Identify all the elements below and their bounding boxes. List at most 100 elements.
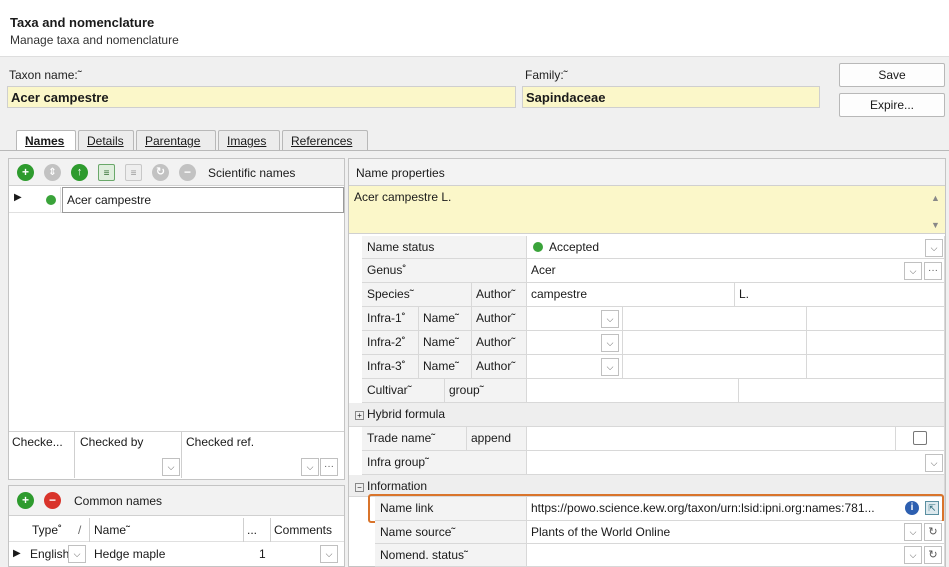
table-row[interactable]: ▶ Acer campestre <box>9 187 344 213</box>
column-header-name[interactable]: Name˜ <box>94 523 130 537</box>
refresh-icon[interactable]: ↻ <box>924 523 942 541</box>
name-full-text: Acer campestre L. <box>354 190 452 204</box>
remove-icon[interactable]: − <box>44 492 61 509</box>
infra-3-label: Infra-3˚ <box>362 355 419 379</box>
trade-name-field[interactable] <box>527 427 896 451</box>
infra-3-author-label: Author˜ <box>472 355 527 379</box>
infra-2-label: Infra-2˚ <box>362 331 419 355</box>
cultivar-group-label: group˜ <box>445 379 527 403</box>
more-icon[interactable]: ··· <box>320 458 338 476</box>
nomend-status-field[interactable] <box>527 544 945 567</box>
chevron-down-icon[interactable]: ⌵ <box>925 454 943 472</box>
refresh-icon[interactable]: ↻ <box>924 546 942 564</box>
save-button[interactable]: Save <box>839 63 945 87</box>
move-icon[interactable]: ⇕ <box>44 164 61 181</box>
name-properties-header: Name properties <box>356 166 445 180</box>
family-field[interactable]: Sapindaceae <box>522 86 820 108</box>
infra-2-author-field[interactable] <box>807 331 945 355</box>
name-source-field[interactable]: Plants of the World Online <box>527 521 945 544</box>
expand-icon[interactable]: + <box>355 411 364 420</box>
chevron-down-icon[interactable]: ⌵ <box>925 239 943 257</box>
cultivar-group-field[interactable] <box>739 379 945 403</box>
checked-by-label: Checked by <box>80 435 144 449</box>
information-label: Information <box>367 479 428 493</box>
chevron-down-icon[interactable]: ⌵ <box>904 262 922 280</box>
name-status-field[interactable]: Accepted <box>527 236 945 259</box>
genus-field[interactable]: Acer <box>527 259 945 283</box>
page-title: Taxa and nomenclature <box>10 15 155 30</box>
chevron-down-icon[interactable]: ⌵ <box>68 545 86 563</box>
common-count-cell: 1 <box>259 547 266 561</box>
chevron-down-icon[interactable]: ⌵ <box>904 546 922 564</box>
infra-2-name-field[interactable] <box>623 331 807 355</box>
genus-label: Genus˚ <box>362 259 527 283</box>
tab-parentage[interactable]: Parentage <box>136 130 216 152</box>
append-checkbox[interactable] <box>913 431 927 445</box>
species-field[interactable]: campestre <box>527 283 735 307</box>
tab-bar: Names Details Parentage Images Reference… <box>0 126 949 153</box>
scientific-name-cell[interactable]: Acer campestre <box>62 187 344 213</box>
chevron-down-icon[interactable]: ⌵ <box>904 523 922 541</box>
checked-col-label: Checke... <box>12 435 63 449</box>
scroll-down-icon[interactable]: ▼ <box>931 220 940 230</box>
taxon-name-label: Taxon name:˜ <box>9 68 82 82</box>
infra-1-author-field[interactable] <box>807 307 945 331</box>
checked-ref-label: Checked ref. <box>186 435 255 449</box>
column-header-dots[interactable]: ... <box>247 523 257 537</box>
name-link-highlight <box>368 494 944 523</box>
infra-group-label: Infra group˜ <box>362 451 527 475</box>
add-icon[interactable]: + <box>17 492 34 509</box>
scroll-up-icon[interactable]: ▲ <box>931 193 940 203</box>
species-label: Species˜ <box>362 283 472 307</box>
chevron-down-icon[interactable]: ⌵ <box>601 310 619 328</box>
infra-group-field[interactable] <box>527 451 945 475</box>
column-header-comments[interactable]: Comments <box>274 523 332 537</box>
list-icon[interactable]: ≡ <box>98 164 115 181</box>
row-pointer-icon: ▶ <box>13 548 21 559</box>
species-author-field[interactable]: L. <box>735 283 945 307</box>
taxon-name-field[interactable]: Acer campestre <box>7 86 516 108</box>
trade-name-label: Trade name˜ <box>362 427 467 451</box>
status-dot-icon <box>533 242 543 252</box>
trade-append-label: append <box>467 427 527 451</box>
column-header-type[interactable]: Type˚ <box>32 523 62 537</box>
common-name-cell[interactable]: Hedge maple <box>94 547 165 561</box>
infra-1-author-label: Author˜ <box>472 307 527 331</box>
chevron-down-icon[interactable]: ⌵ <box>301 458 319 476</box>
up-icon[interactable]: ↑ <box>71 164 88 181</box>
chevron-down-icon[interactable]: ⌵ <box>320 545 338 563</box>
expire-button[interactable]: Expire... <box>839 93 945 117</box>
common-type-cell[interactable]: English <box>30 547 69 561</box>
common-names-label: Common names <box>74 494 163 508</box>
refresh-icon[interactable]: ↻ <box>152 164 169 181</box>
infra-3-name-label: Name˜ <box>419 355 472 379</box>
remove-icon[interactable]: − <box>179 164 196 181</box>
tab-images[interactable]: Images <box>218 130 280 152</box>
tab-details[interactable]: Details <box>78 130 134 152</box>
infra-1-name-label: Name˜ <box>419 307 472 331</box>
scientific-names-label: Scientific names <box>208 166 296 180</box>
row-pointer-icon: ▶ <box>14 192 22 203</box>
add-icon[interactable]: + <box>17 164 34 181</box>
cultivar-field[interactable] <box>527 379 739 403</box>
column-header-sort: / <box>78 523 82 537</box>
chevron-down-icon[interactable]: ⌵ <box>601 334 619 352</box>
name-source-label: Name source˜ <box>375 521 527 544</box>
infra-3-author-field[interactable] <box>807 355 945 379</box>
hybrid-formula-row[interactable]: + Hybrid formula <box>349 403 945 427</box>
more-icon[interactable]: ··· <box>924 262 942 280</box>
name-status-value: Accepted <box>549 240 600 254</box>
family-label: Family:˜ <box>525 68 568 82</box>
infra-2-name-label: Name˜ <box>419 331 472 355</box>
nomend-status-label: Nomend. status˜ <box>375 544 527 567</box>
list-disabled-icon[interactable]: ≡ <box>125 164 142 181</box>
collapse-icon[interactable]: − <box>355 483 364 492</box>
chevron-down-icon[interactable]: ⌵ <box>601 358 619 376</box>
infra-3-name-field[interactable] <box>623 355 807 379</box>
infra-1-name-field[interactable] <box>623 307 807 331</box>
tab-references[interactable]: References <box>282 130 368 152</box>
chevron-down-icon[interactable]: ⌵ <box>162 458 180 476</box>
infra-1-label: Infra-1˚ <box>362 307 419 331</box>
status-dot-icon <box>46 195 56 205</box>
name-status-label: Name status <box>362 236 527 259</box>
